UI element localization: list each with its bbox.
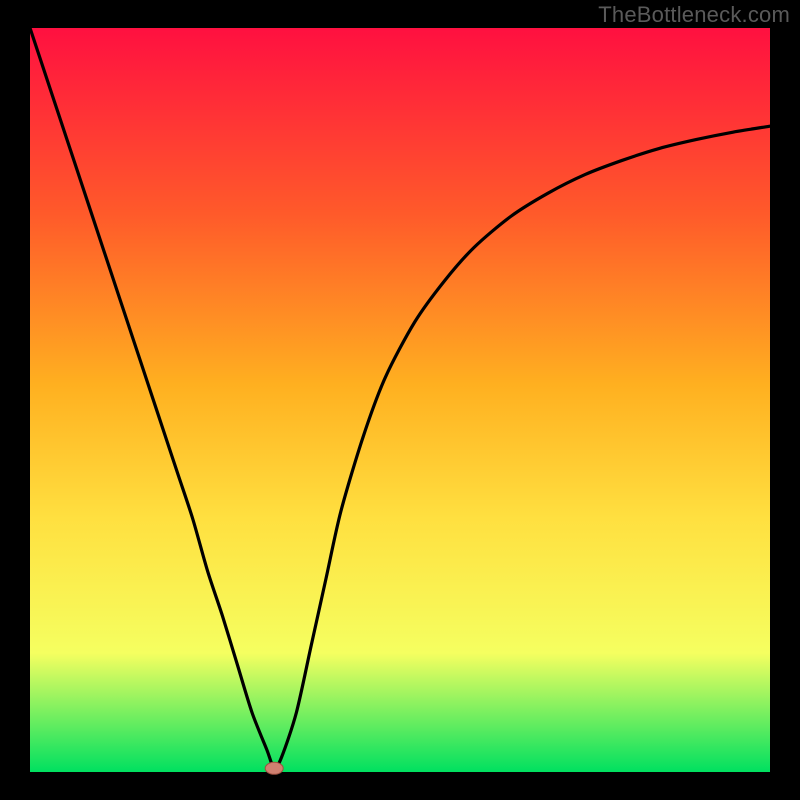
chart-frame: TheBottleneck.com xyxy=(0,0,800,800)
watermark-text: TheBottleneck.com xyxy=(598,2,790,28)
plot-background xyxy=(30,28,770,772)
optimum-marker xyxy=(265,762,283,774)
bottleneck-chart xyxy=(0,0,800,800)
